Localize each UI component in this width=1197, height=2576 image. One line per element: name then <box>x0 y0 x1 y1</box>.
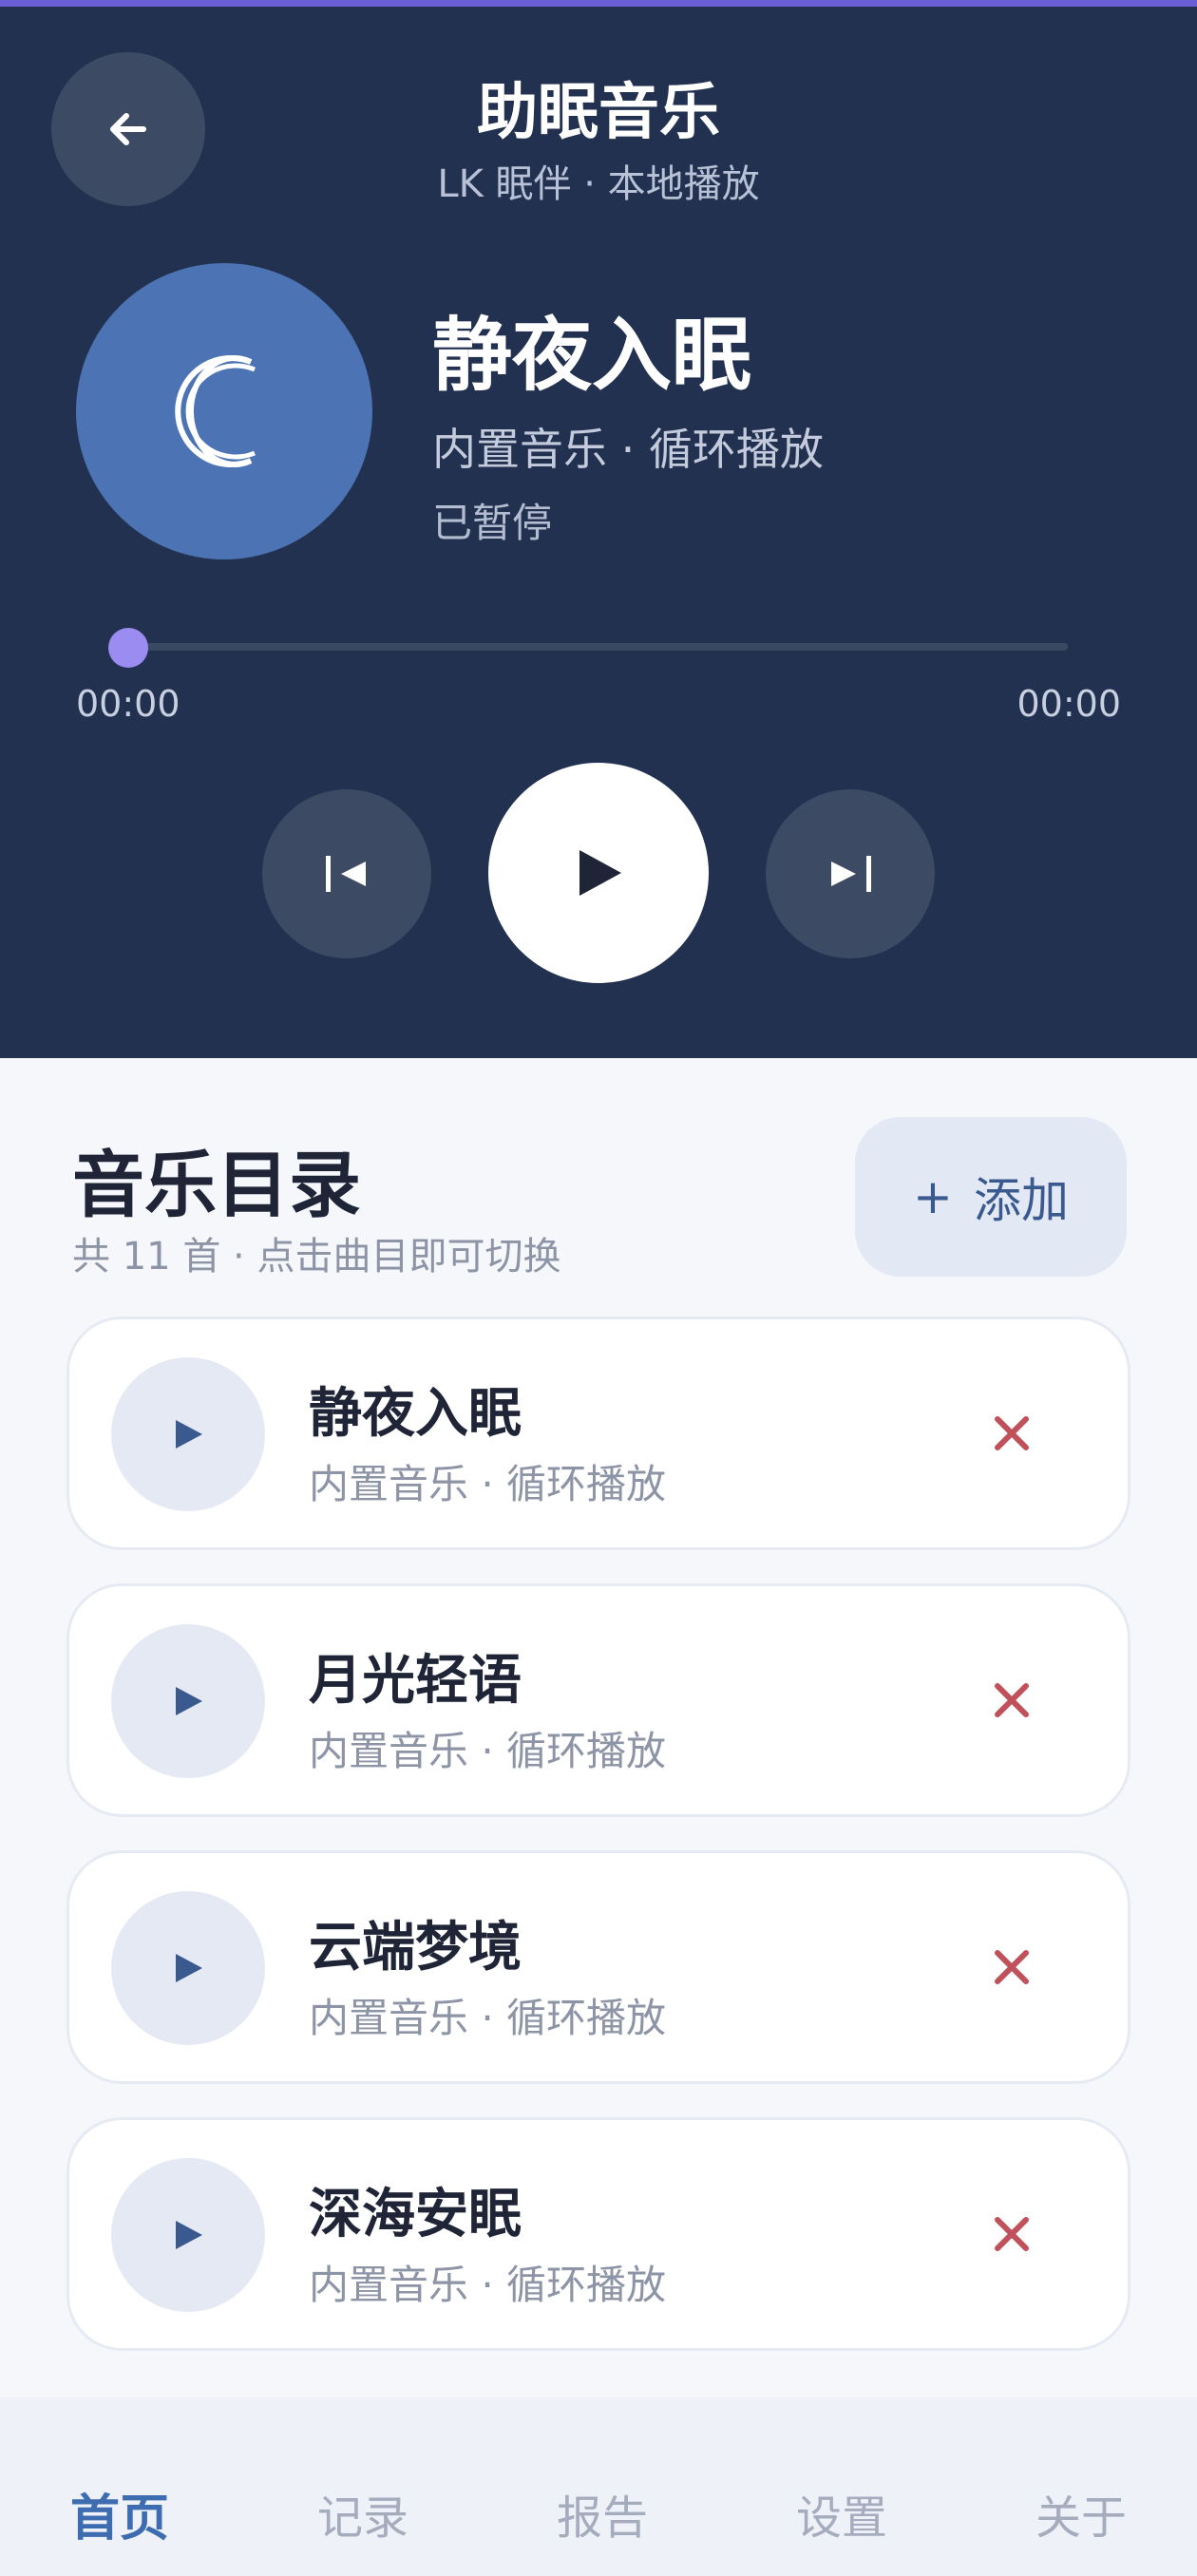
track-play-button[interactable] <box>111 1624 265 1778</box>
track-item[interactable]: 静夜入眠 内置音乐 · 循环播放 <box>66 1316 1130 1550</box>
skip-next-icon <box>831 856 871 892</box>
progress-bar[interactable] <box>127 643 1068 651</box>
track-meta: 内置音乐 · 循环播放 <box>309 1728 667 1774</box>
nav-about[interactable]: 关于 <box>1036 2427 1127 2547</box>
progress-handle[interactable] <box>108 628 148 668</box>
track-play-button[interactable] <box>111 1357 265 1511</box>
track-meta: 内置音乐 · 循环播放 <box>309 1995 667 2041</box>
next-button[interactable] <box>766 789 935 958</box>
player-header: 助眠音乐 LK 眠伴 · 本地播放 静夜入眠 内置音乐 · 循环播放 已暂停 0… <box>0 7 1197 1058</box>
page-subtitle: LK 眠伴 · 本地播放 <box>437 162 760 206</box>
track-meta: 内置音乐 · 循环播放 <box>309 2262 667 2308</box>
play-icon <box>176 1687 202 1715</box>
nav-report[interactable]: 报告 <box>557 2427 648 2547</box>
play-button[interactable] <box>488 763 709 983</box>
library-subtitle: 共 11 首 · 点击曲目即可切换 <box>72 1235 561 1279</box>
close-icon <box>995 1683 1029 1717</box>
total-time: 00:00 <box>1016 683 1121 725</box>
track-play-button[interactable] <box>111 2158 265 2312</box>
track-item[interactable]: 云端梦境 内置音乐 · 循环播放 <box>66 1850 1130 2084</box>
play-icon <box>176 1420 202 1449</box>
track-item[interactable]: 深海安眠 内置音乐 · 循环播放 <box>66 2117 1130 2351</box>
skip-previous-icon <box>326 856 366 892</box>
track-meta: 内置音乐 · 循环播放 <box>309 1461 667 1507</box>
add-music-button[interactable]: + 添加 <box>855 1117 1127 1277</box>
current-time: 00:00 <box>76 683 180 725</box>
remove-track-button[interactable] <box>978 2200 1046 2268</box>
top-accent-bar <box>0 0 1197 7</box>
crescent-moon-icon <box>175 355 256 467</box>
nav-records[interactable]: 记录 <box>317 2427 408 2547</box>
page-title: 助眠音乐 <box>477 78 720 148</box>
close-icon <box>995 1416 1029 1450</box>
track-name: 深海安眠 <box>309 2184 522 2245</box>
now-playing-title: 静夜入眠 <box>432 309 752 402</box>
bottom-nav: 首页 记录 报告 设置 关于 <box>0 2397 1197 2576</box>
playback-status: 已暂停 <box>432 500 553 546</box>
album-art <box>76 263 372 559</box>
play-icon <box>176 1954 202 1982</box>
close-icon <box>995 2217 1029 2251</box>
close-icon <box>995 1950 1029 1984</box>
nav-settings[interactable]: 设置 <box>796 2427 887 2547</box>
track-name: 月光轻语 <box>309 1650 522 1712</box>
track-name: 云端梦境 <box>309 1917 522 1979</box>
track-play-button[interactable] <box>111 1891 265 2045</box>
track-item[interactable]: 月光轻语 内置音乐 · 循环播放 <box>66 1583 1130 1817</box>
previous-button[interactable] <box>262 789 431 958</box>
plus-icon: + <box>913 1169 953 1224</box>
play-icon <box>176 2221 202 2249</box>
remove-track-button[interactable] <box>978 1399 1046 1468</box>
track-list: 静夜入眠 内置音乐 · 循环播放 月光轻语 内置音乐 · 循环播放 云端梦境 内… <box>66 1316 1130 2384</box>
remove-track-button[interactable] <box>978 1933 1046 2001</box>
now-playing-meta: 内置音乐 · 循环播放 <box>432 424 824 475</box>
track-name: 静夜入眠 <box>309 1383 522 1445</box>
library-title: 音乐目录 <box>72 1143 361 1227</box>
nav-home[interactable]: 首页 <box>70 2425 169 2549</box>
remove-track-button[interactable] <box>978 1666 1046 1734</box>
play-icon <box>580 850 621 896</box>
add-music-label: 添加 <box>973 1173 1069 1228</box>
